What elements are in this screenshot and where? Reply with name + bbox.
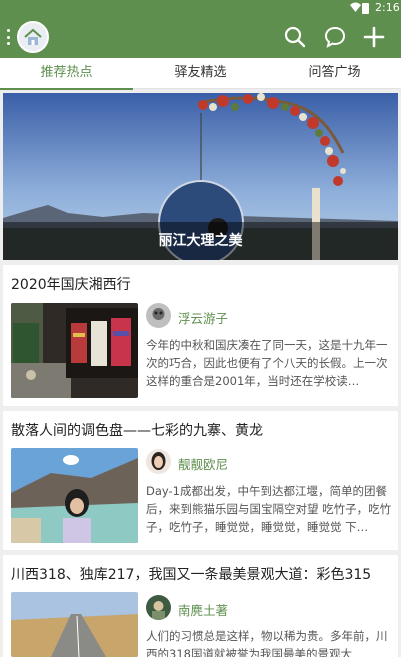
battery-icon: [362, 3, 369, 14]
author-avatar[interactable]: [146, 595, 171, 620]
post-thumbnail: [11, 592, 138, 657]
post-excerpt: Day-1成都出发，中午到达都江堰，简单的团餐后，来到熊猫乐园与国宝隔空对望 吃…: [146, 484, 392, 534]
app-logo-icon[interactable]: [17, 21, 49, 53]
post-excerpt: 人们的习惯总是这样，物以稀为贵。多年前，川西的318国道就被誉为我国最美的景观大: [146, 629, 388, 657]
author-avatar[interactable]: [146, 449, 171, 474]
wifi-icon: [350, 2, 361, 15]
app-bar: [0, 16, 401, 58]
tab-featured[interactable]: 驿友精选: [134, 58, 267, 89]
post-title: 2020年国庆湘西行: [11, 277, 131, 293]
post-thumbnail: [11, 448, 138, 543]
author-name[interactable]: 南麂土著: [178, 600, 228, 619]
post-card[interactable]: 川西318、独库217，我国又一条最美景观大道：彩色315 南麂土著 人们的习惯…: [3, 555, 398, 657]
author-avatar[interactable]: [146, 303, 171, 328]
post-card[interactable]: 2020年国庆湘西行 浮云游子 今年的中秋和国庆凑在了同一天，这是十九年一次的巧…: [3, 265, 398, 406]
menu-dots-icon[interactable]: [7, 29, 11, 45]
post-thumbnail: [11, 303, 138, 398]
author-name[interactable]: 靓靓欧尼: [178, 454, 228, 473]
author-name[interactable]: 浮云游子: [178, 308, 228, 327]
post-title: 散落人间的调色盘——七彩的九寨、黄龙: [11, 423, 263, 439]
banner-caption: 丽江大理之美: [3, 222, 398, 260]
featured-banner[interactable]: 丽江大理之美: [3, 93, 398, 260]
post-title: 川西318、独库217，我国又一条最美景观大道：彩色315: [11, 567, 372, 583]
search-icon[interactable]: [283, 25, 307, 49]
plus-icon[interactable]: [362, 25, 386, 49]
tab-bar: 推荐热点 驿友精选 问答广场: [0, 58, 401, 90]
status-time: 2:16: [375, 1, 400, 14]
tab-qa-square[interactable]: 问答广场: [268, 58, 401, 89]
post-excerpt: 今年的中秋和国庆凑在了同一天，这是十九年一次的巧合，因此也便有了个八天的长假。上…: [146, 338, 388, 388]
chat-bubble-icon[interactable]: [323, 25, 347, 49]
tab-recommended[interactable]: 推荐热点: [0, 58, 133, 90]
status-bar: 2:16: [0, 0, 401, 16]
post-card[interactable]: 散落人间的调色盘——七彩的九寨、黄龙 靓靓欧尼 Day-1成都出发，中午到达都江…: [3, 411, 398, 550]
